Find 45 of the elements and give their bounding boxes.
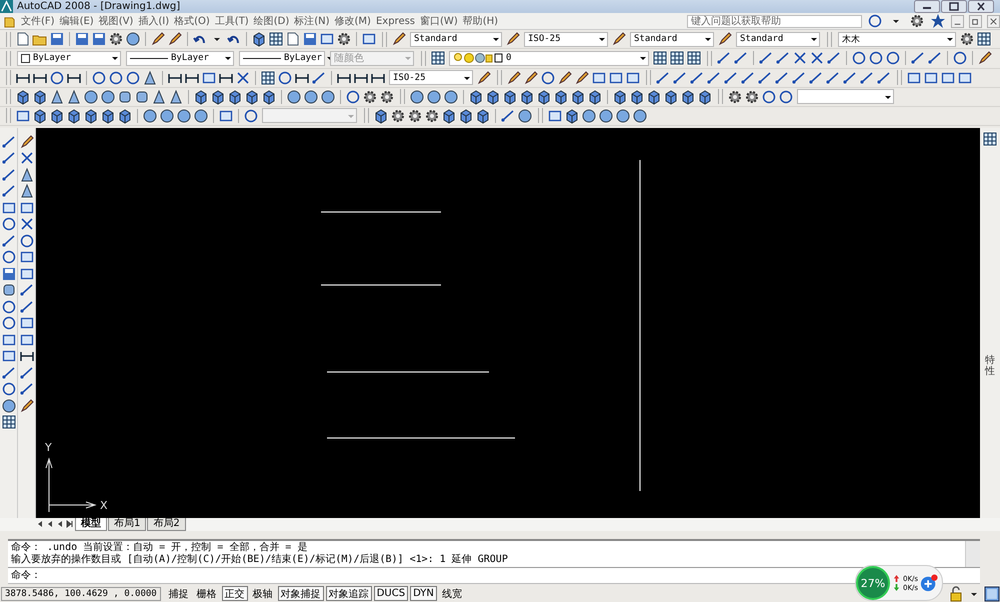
status-toggle-button[interactable]: 极轴 [250,586,276,602]
multileader-style-dropdown[interactable]: Standard [736,32,820,47]
linetype-dropdown[interactable]: ByLayer [126,50,234,66]
command-prompt: 命令： [11,569,41,582]
palette-label: 特性 [985,354,995,377]
y-axis-label: Y [45,440,52,454]
menu-item[interactable]: 窗口(W) [420,14,458,28]
command-history-line: 输入要放弃的操作数目或 [自动(A)/控制(C)/开始(BE)/结束(E)/标记(M)/后退(B)] <1>: 1 延伸 GROUP [11,554,509,566]
dim-style-dropdown[interactable]: ISO-25 [524,32,608,47]
help-search-field[interactable]: 键入问题以获取帮助 [687,14,862,28]
status-toggle-button[interactable]: 正交 [222,586,248,602]
menu-item[interactable]: 插入(I) [138,14,170,28]
status-toggle-button[interactable]: 对象追踪 [326,586,372,602]
cpu-usage-meter: 27% [856,566,890,600]
menu-item[interactable]: 帮助(H) [462,14,498,28]
text-style-dropdown[interactable]: Standard [410,32,502,47]
command-history-line: 命令： .undo 当前设置：自动 = 开，控制 = 全部，合并 = 是 [11,542,308,554]
status-toggle-button[interactable]: 对象捕捉 [278,586,324,602]
status-toggle-button[interactable]: DUCS [374,586,408,602]
drawing-canvas[interactable]: Y X [36,128,980,518]
window-title: AutoCAD 2008 - [Drawing1.dwg] [17,1,180,12]
menu-item[interactable]: 绘图(D) [254,14,290,28]
menu-item[interactable]: 修改(M) [334,14,371,28]
menu-item[interactable]: 文件(F) [21,14,55,28]
workspace-dropdown[interactable]: 木木 [838,32,956,47]
status-toggle-button[interactable]: 线宽 [438,586,465,602]
menu-item[interactable]: 格式(O) [174,14,210,28]
layout-tab[interactable]: 布局2 [147,518,186,531]
status-toggle-button[interactable]: 捕捉 [166,586,192,602]
table-style-dropdown[interactable]: Standard [630,32,714,47]
object-color-dropdown[interactable]: ByLayer [17,50,121,66]
menu-item[interactable]: 编辑(E) [60,14,94,28]
side-palette[interactable]: 特性 [980,128,1000,518]
menu-item[interactable]: 标注(N) [294,14,330,28]
menu-item[interactable]: Express [376,16,416,27]
layout-tab[interactable]: 布局1 [108,518,146,531]
status-toggle-button[interactable]: DYN [410,586,437,602]
coordinates-display: 3878.5486, 100.4629 , 0.0000 [1,586,161,601]
menu-item[interactable]: 工具(T) [214,14,249,28]
status-toggle-button[interactable]: 栅格 [194,586,220,602]
layer-dropdown[interactable]: 0 [449,50,649,66]
layout-tab[interactable]: 模型 [75,518,107,531]
menu-item[interactable]: 视图(V) [98,14,134,28]
dim-style-2-dropdown[interactable]: ISO-25 [389,70,473,86]
x-axis-label: X [100,498,108,512]
